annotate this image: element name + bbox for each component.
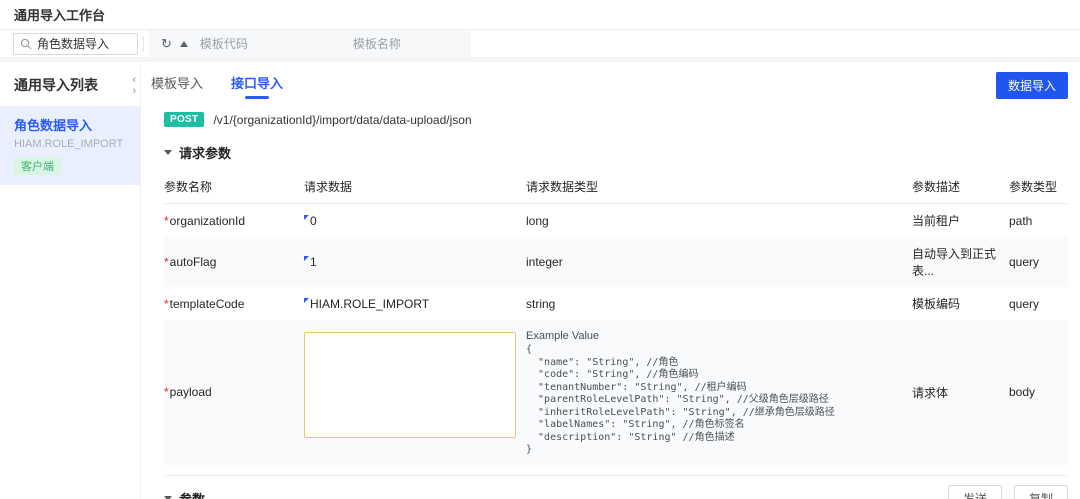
request-params-section-header[interactable]: 请求参数 — [164, 143, 1068, 162]
page-body: 通用导入列表 ‹ › 角色数据导入 HIAM.ROLE_IMPORT 客户端 模… — [0, 62, 1080, 499]
param-name: *autoFlag — [164, 247, 304, 277]
param-value-cell[interactable]: 1 — [304, 247, 526, 277]
table-header-row: 参数名称 请求数据 请求数据类型 参数描述 参数类型 — [164, 172, 1068, 204]
param-type: query — [1009, 247, 1068, 277]
import-list-panel: 通用导入列表 ‹ › 角色数据导入 HIAM.ROLE_IMPORT 客户端 — [0, 62, 141, 499]
required-marker: * — [164, 297, 169, 311]
caret-down-icon — [164, 496, 172, 499]
template-name-input[interactable] — [353, 37, 498, 51]
filter-bar: ↻ — [149, 30, 471, 57]
params-section-header: 参数 发送 复制 — [164, 485, 1068, 499]
table-row: *templateCode HIAM.ROLE_IMPORT string 模板… — [164, 287, 1068, 320]
table-row: *organizationId 0 long 当前租户 path — [164, 204, 1068, 237]
table-row: *autoFlag 1 integer 自动导入到正式表... query — [164, 237, 1068, 287]
collapse-filter-icon[interactable] — [176, 41, 192, 47]
page-title: 通用导入工作台 — [14, 5, 105, 24]
editable-flag-icon — [304, 298, 309, 303]
required-marker: * — [164, 255, 169, 269]
http-method-badge: POST — [164, 112, 204, 127]
param-desc: 模板编码 — [912, 287, 1009, 320]
send-button[interactable]: 发送 — [948, 485, 1002, 499]
param-datatype: string — [526, 289, 912, 319]
param-type: query — [1009, 289, 1068, 319]
example-value-cell: Example Value { "name": "String", //角色 "… — [526, 320, 912, 465]
param-datatype: long — [526, 206, 912, 236]
table-row-payload: *payload Example Value { "name": "String… — [164, 320, 1068, 465]
payload-textarea[interactable] — [304, 332, 516, 438]
param-desc: 自动导入到正式表... — [912, 237, 1009, 287]
endpoint-path: /v1/{organizationId}/import/data/data-up… — [213, 113, 471, 127]
search-input[interactable] — [37, 37, 131, 51]
param-name: *payload — [164, 377, 304, 407]
example-json-block: { "name": "String", //角色 "code": "String… — [526, 344, 908, 457]
col-header-desc: 参数描述 — [912, 172, 1009, 204]
param-datatype: integer — [526, 247, 912, 277]
example-value-label: Example Value — [526, 330, 908, 342]
list-item-role-import[interactable]: 角色数据导入 HIAM.ROLE_IMPORT 客户端 — [0, 106, 140, 185]
col-header-type: 请求数据类型 — [526, 172, 912, 204]
param-desc: 当前租户 — [912, 204, 1009, 237]
sidebar-title: 通用导入列表 — [14, 75, 132, 95]
list-item-code: HIAM.ROLE_IMPORT — [14, 138, 128, 150]
request-params-title: 请求参数 — [179, 143, 231, 162]
chevron-left-icon[interactable]: ‹ — [132, 74, 136, 85]
caret-down-icon — [164, 150, 172, 155]
tab-active-underline — [245, 96, 269, 99]
copy-button[interactable]: 复制 — [1014, 485, 1068, 499]
toolbar-divider — [143, 36, 144, 52]
sidebar-collapse-control: ‹ › — [132, 74, 136, 96]
param-name: *organizationId — [164, 206, 304, 236]
list-item-name: 角色数据导入 — [14, 115, 128, 134]
param-table: 参数名称 请求数据 请求数据类型 参数描述 参数类型 *organization… — [164, 172, 1068, 465]
editable-flag-icon — [304, 256, 309, 261]
tab-template-import[interactable]: 模板导入 — [151, 73, 203, 99]
api-import-panel: POST /v1/{organizationId}/import/data/da… — [151, 112, 1068, 499]
param-desc: 请求体 — [912, 376, 1009, 409]
list-search-box[interactable] — [13, 33, 138, 55]
required-marker: * — [164, 385, 169, 399]
param-value-cell[interactable]: HIAM.ROLE_IMPORT — [304, 289, 526, 319]
param-value-cell[interactable]: 0 — [304, 206, 526, 236]
toolbar: ↻ — [0, 30, 1080, 57]
chevron-right-icon[interactable]: › — [132, 85, 136, 96]
section-divider — [164, 475, 1068, 476]
app-header: 通用导入工作台 — [0, 0, 1080, 30]
param-name: *templateCode — [164, 289, 304, 319]
sidebar-header: 通用导入列表 ‹ › — [0, 62, 140, 106]
editable-flag-icon — [304, 215, 309, 220]
tabs-row: 模板导入 接口导入 数据导入 — [151, 62, 1068, 99]
client-badge: 客户端 — [14, 157, 61, 175]
param-type: body — [1009, 377, 1068, 407]
tab-api-import[interactable]: 接口导入 — [231, 73, 283, 99]
param-type: path — [1009, 206, 1068, 236]
main-content: 模板导入 接口导入 数据导入 POST /v1/{organizationId}… — [141, 62, 1080, 499]
required-marker: * — [164, 214, 169, 228]
endpoint-row: POST /v1/{organizationId}/import/data/da… — [164, 112, 1068, 127]
triangle-up-icon — [180, 41, 188, 47]
tab-underline — [165, 96, 189, 99]
search-icon — [20, 38, 32, 50]
col-header-name: 参数名称 — [164, 172, 304, 204]
col-header-value: 请求数据 — [304, 172, 526, 204]
refresh-icon[interactable]: ↻ — [157, 36, 176, 52]
payload-input-cell — [304, 320, 526, 449]
data-import-button[interactable]: 数据导入 — [996, 72, 1068, 99]
template-code-input[interactable] — [200, 37, 345, 51]
params-title: 参数 — [179, 489, 205, 499]
col-header-paramtype: 参数类型 — [1009, 172, 1068, 204]
